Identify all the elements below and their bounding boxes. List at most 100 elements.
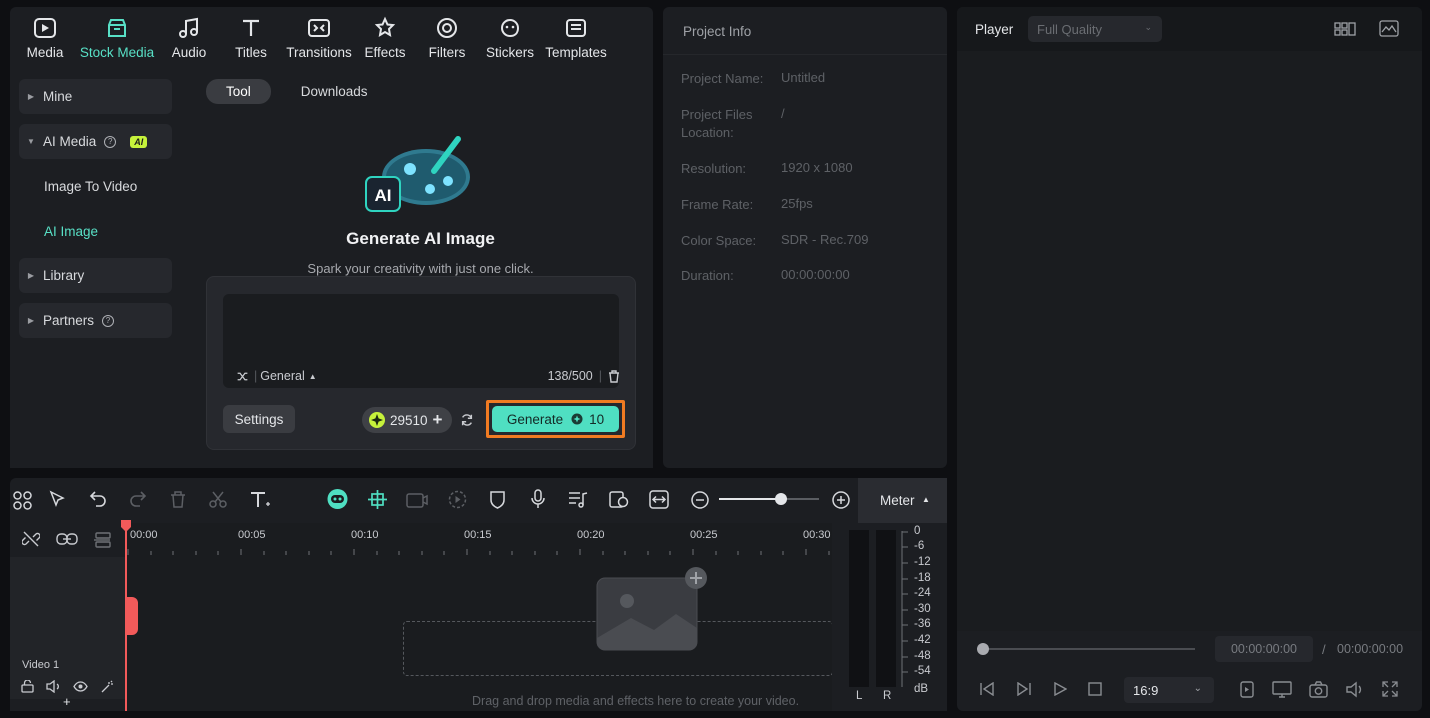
toolbar-filters[interactable]: Filters [426, 13, 468, 60]
play-circle-icon[interactable] [448, 490, 467, 509]
volume-icon[interactable] [1345, 681, 1364, 698]
eye-icon[interactable] [73, 681, 88, 692]
ruler-tick-label: 00:00 [130, 529, 158, 541]
undo-icon[interactable] [89, 491, 107, 507]
magic-wand-icon[interactable] [100, 680, 114, 694]
credits-pill[interactable]: 29510 + [362, 407, 452, 433]
toolbar-audio[interactable]: Audio [168, 13, 210, 60]
tab-downloads[interactable]: Downloads [301, 84, 368, 99]
select-pointer-icon[interactable] [48, 490, 68, 510]
refresh-icon[interactable] [460, 413, 474, 427]
toolbar-media[interactable]: Media [24, 13, 66, 60]
settings-button[interactable]: Settings [223, 405, 295, 433]
playhead-split-marker[interactable] [126, 597, 138, 635]
render-preview-icon[interactable] [1240, 681, 1254, 698]
play-icon[interactable] [1053, 682, 1067, 696]
meter-toggle[interactable]: Meter ▲ [858, 478, 947, 523]
generator-subtitle: Spark your creativity with just one clic… [307, 261, 534, 276]
ruler-tick-label: 00:05 [238, 529, 266, 541]
layout-grid-icon[interactable] [13, 491, 32, 510]
timeline: Video 1 + 00:00 00:05 00:10 00:15 00:20 … [10, 523, 947, 711]
sticker-icon [495, 13, 525, 43]
ai-copilot-icon[interactable] [326, 488, 349, 510]
previous-frame-icon[interactable] [979, 682, 995, 696]
keyframe-icon[interactable] [609, 490, 629, 509]
nav-ai-media[interactable]: ▼ AI Media ? AI [19, 124, 172, 159]
zoom-in-icon[interactable] [832, 491, 850, 509]
fullscreen-icon[interactable] [1382, 681, 1398, 697]
scrub-bar[interactable] [981, 648, 1195, 650]
shuffle-icon[interactable] [236, 370, 249, 383]
link-clips-icon[interactable] [56, 532, 78, 546]
zoom-out-icon[interactable] [691, 491, 709, 509]
nav-partners[interactable]: ▶ Partners ? [19, 303, 172, 338]
microphone-icon[interactable] [530, 489, 546, 509]
split-scissors-icon[interactable] [209, 491, 227, 508]
text-tool-icon[interactable] [249, 490, 271, 509]
zoom-slider-handle[interactable] [775, 493, 787, 505]
ruler-tick-label: 00:25 [690, 529, 718, 541]
scrub-handle[interactable] [977, 643, 989, 655]
text-t-icon [236, 13, 266, 43]
caret-right-icon: ▶ [27, 316, 35, 325]
toolbar-titles[interactable]: Titles [230, 13, 272, 60]
add-credits-icon[interactable]: + [433, 410, 443, 430]
image-view-icon[interactable] [1379, 20, 1399, 37]
preview-canvas[interactable] [957, 51, 1422, 631]
toolbar-templates[interactable]: Templates [544, 13, 608, 60]
caret-up-icon: ▲ [922, 495, 930, 504]
snapshot-camera-icon[interactable] [1309, 681, 1328, 698]
speaker-icon[interactable] [46, 680, 61, 693]
ai-video-icon[interactable] [406, 490, 428, 509]
help-icon[interactable]: ? [104, 135, 117, 148]
audio-meter: 0 -6 -12 -18 -24 -30 -36 -42 -48 -54 dB … [832, 523, 947, 711]
unlink-icon[interactable] [22, 530, 40, 548]
nav-mine[interactable]: ▶ Mine [19, 79, 172, 114]
char-count: 138/500 [547, 369, 593, 383]
meter-scale-label: -54 [914, 665, 931, 677]
track-manager-icon[interactable] [93, 531, 111, 549]
toolbar-stickers[interactable]: Stickers [486, 13, 534, 60]
nav-image-to-video[interactable]: Image To Video [44, 179, 137, 194]
playhead-handle[interactable] [121, 520, 131, 532]
display-icon[interactable] [1272, 681, 1292, 698]
toolbar-transitions[interactable]: Transitions [286, 13, 352, 60]
current-time[interactable]: 00:00:00:00 [1215, 636, 1313, 662]
quality-dropdown[interactable]: Full Quality ⌄ [1028, 16, 1162, 42]
lock-icon[interactable] [21, 680, 34, 693]
help-icon[interactable]: ? [102, 314, 115, 327]
generate-cost: 10 [589, 411, 605, 427]
video-track-header[interactable] [10, 557, 126, 699]
trash-icon[interactable] [608, 369, 620, 383]
next-frame-icon[interactable] [1016, 682, 1032, 696]
ruler-tick-label: 00:30 [803, 529, 831, 541]
toolbar-label: Stock Media [79, 45, 155, 60]
nav-library[interactable]: ▶ Library [19, 258, 172, 293]
row-label: Duration: [681, 268, 734, 283]
chevron-down-icon: ⌄ [1193, 683, 1202, 694]
toolbar-stock-media[interactable]: Stock Media [78, 13, 156, 60]
stop-icon[interactable] [1088, 682, 1102, 696]
toolbar-effects[interactable]: Effects [364, 13, 406, 60]
style-dropdown[interactable]: General [260, 369, 304, 383]
fit-width-icon[interactable] [649, 490, 669, 509]
row-value: 00:00:00:00 [781, 267, 850, 282]
add-media-placeholder-icon[interactable] [596, 566, 708, 652]
time-ruler[interactable]: 00:00 00:05 00:10 00:15 00:20 00:25 00:3… [126, 523, 831, 557]
toolbar-label: Templates [545, 45, 607, 60]
tab-tool[interactable]: Tool [206, 79, 271, 104]
toolbar-label: Filters [428, 45, 466, 60]
nav-ai-image[interactable]: AI Image [44, 224, 98, 239]
add-track-button[interactable]: + [63, 694, 71, 709]
snap-magnet-icon[interactable] [367, 489, 388, 510]
svg-text:AI: AI [375, 186, 392, 205]
shield-icon[interactable] [489, 490, 506, 509]
redo-icon[interactable] [129, 491, 147, 507]
generate-button[interactable]: Generate 10 [492, 406, 619, 432]
row-value: 1920 x 1080 [781, 160, 853, 175]
grid-view-icon[interactable] [1334, 21, 1356, 37]
aspect-ratio-dropdown[interactable]: 16:9 ⌄ [1124, 677, 1214, 703]
delete-icon[interactable] [170, 491, 186, 508]
audio-list-icon[interactable] [568, 490, 588, 509]
caret-down-icon: ▼ [27, 137, 35, 146]
